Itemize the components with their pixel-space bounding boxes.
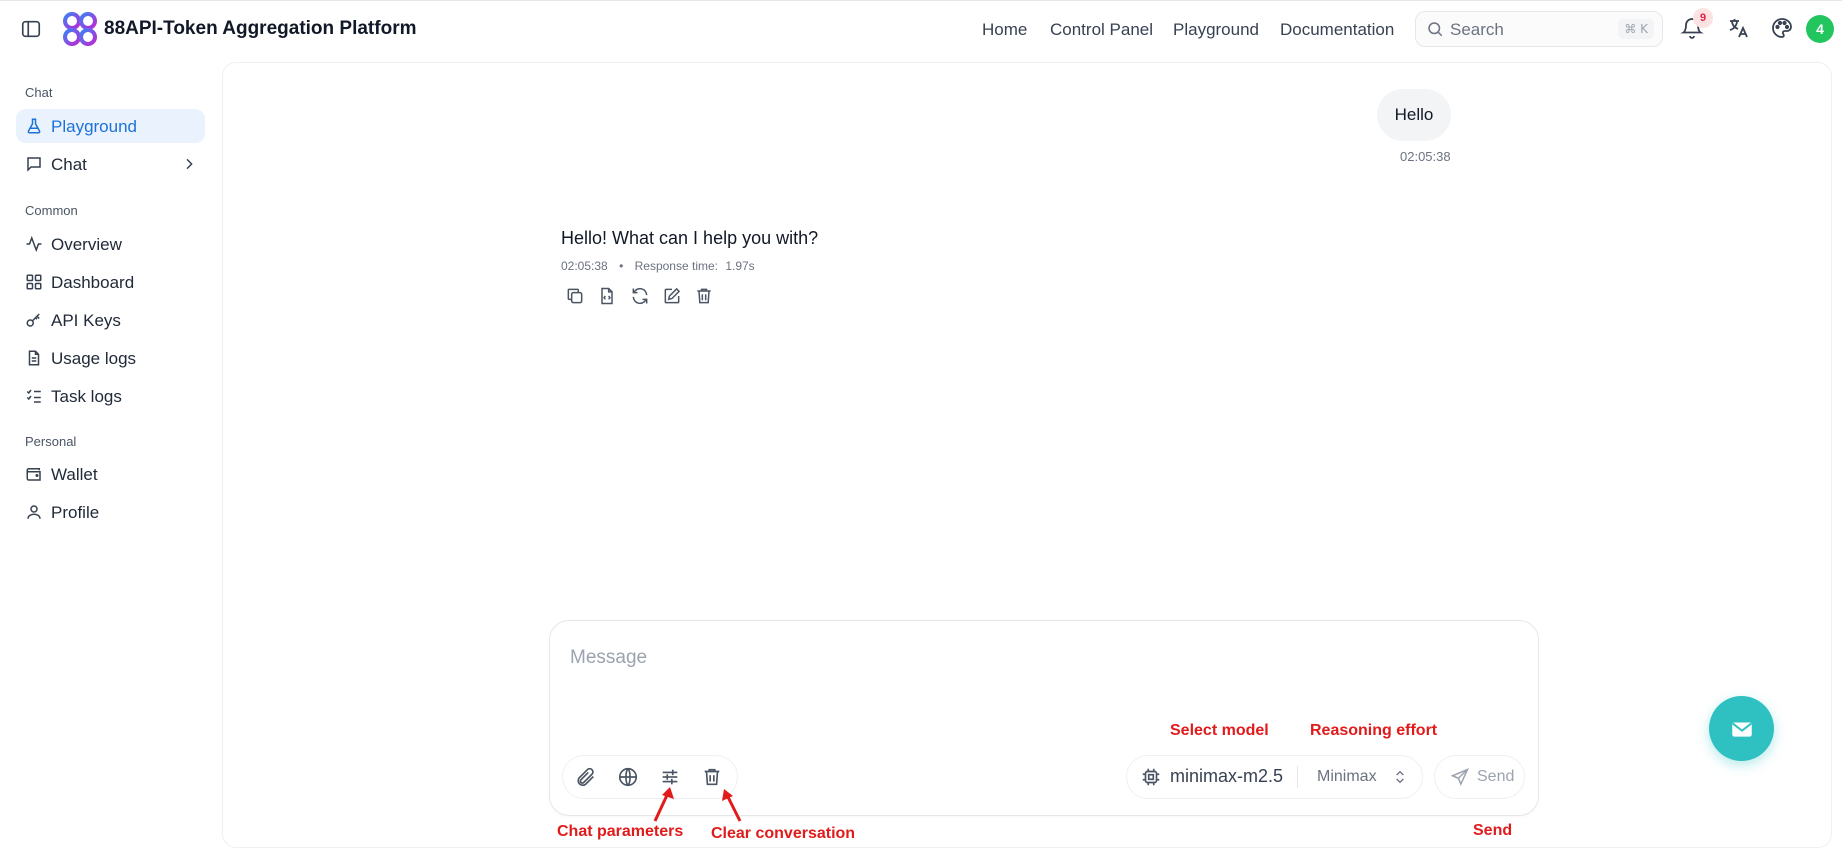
sidebar-item-playground[interactable]: Playground (16, 109, 205, 143)
nav-playground[interactable]: Playground (1173, 20, 1259, 40)
assistant-message-text: Hello! What can I help you with? (561, 228, 819, 248)
response-time-label: Response time: (634, 259, 718, 273)
sidebar: Chat Playground Chat Common Overview Das… (0, 56, 220, 854)
file-text-icon (25, 349, 43, 367)
translate-icon[interactable] (1726, 16, 1750, 40)
assistant-message-meta: 02:05:38 • Response time: 1.97s (561, 259, 755, 273)
sidebar-item-label: Chat (51, 155, 87, 174)
trash-icon[interactable] (701, 766, 723, 788)
cpu-chip-icon (1140, 766, 1162, 788)
chevrons-up-down-icon[interactable] (1392, 768, 1408, 786)
list-checks-icon (25, 387, 43, 405)
palette-icon[interactable] (1770, 16, 1794, 40)
sidebar-item-label: Dashboard (51, 273, 135, 292)
assistant-message-time: 02:05:38 (561, 259, 608, 273)
user-message-bubble: Hello (1377, 89, 1451, 141)
sidebar-item-profile[interactable]: Profile (16, 495, 205, 529)
notification-count-badge: 9 (1693, 8, 1713, 28)
key-icon (25, 311, 43, 329)
annotation-reasoning-effort: Reasoning effort (1310, 722, 1438, 739)
wallet-icon (25, 465, 43, 483)
annotation-chat-parameters: Chat parameters (557, 823, 684, 840)
send-icon (1450, 767, 1470, 787)
activity-icon (25, 235, 43, 253)
edit-icon[interactable] (662, 286, 682, 306)
send-label: Send (1477, 768, 1515, 785)
message-square-icon (25, 155, 43, 173)
sidebar-item-label: Usage logs (51, 349, 137, 368)
response-time-value: 1.97s (725, 259, 755, 273)
app-title[interactable]: 88API-Token Aggregation Platform (104, 18, 416, 40)
sidebar-item-label: API Keys (51, 311, 121, 330)
user-icon (25, 503, 43, 521)
search-shortcut-badge: ⌘ K (1618, 19, 1654, 39)
copy-icon[interactable] (565, 286, 585, 306)
sidebar-item-label: Wallet (51, 465, 98, 484)
search-icon (1426, 20, 1444, 38)
sidebar-item-wallet[interactable]: Wallet (16, 457, 205, 491)
paperclip-icon[interactable] (575, 766, 597, 788)
sidebar-toggle-icon[interactable] (20, 18, 42, 40)
sidebar-section-chat: Chat (25, 85, 53, 100)
grid-icon (25, 273, 43, 291)
sidebar-section-personal: Personal (25, 434, 77, 449)
user-message-time: 02:05:38 (1400, 149, 1451, 164)
sidebar-item-label: Overview (51, 235, 122, 254)
arrow-to-clear-conversation (722, 789, 742, 822)
send-button[interactable]: Send (1434, 755, 1525, 799)
search-input[interactable] (1450, 18, 1600, 42)
user-avatar[interactable]: 4 (1806, 15, 1834, 43)
sidebar-item-task-logs[interactable]: Task logs (16, 379, 205, 413)
globe-icon[interactable] (617, 766, 639, 788)
model-divider (1297, 766, 1298, 788)
annotation-clear-conversation: Clear conversation (711, 825, 856, 842)
sidebar-section-common: Common (25, 203, 78, 218)
sidebar-item-api-keys[interactable]: API Keys (16, 303, 205, 337)
nav-control-panel[interactable]: Control Panel (1050, 20, 1153, 40)
arrow-to-chat-parameters (653, 787, 674, 822)
sidebar-item-label: Task logs (51, 387, 122, 406)
regenerate-icon[interactable] (630, 286, 650, 306)
chevron-right-icon[interactable] (181, 156, 197, 172)
sidebar-item-dashboard[interactable]: Dashboard (16, 265, 205, 299)
code-file-icon[interactable] (597, 286, 617, 306)
sidebar-item-usage-logs[interactable]: Usage logs (16, 341, 205, 375)
sidebar-item-label: Playground (51, 117, 138, 136)
annotation-select-model: Select model (1170, 722, 1269, 739)
reasoning-effort-select[interactable]: Minimax (1317, 768, 1377, 786)
sidebar-item-chat[interactable]: Chat (16, 147, 205, 181)
mail-icon (1729, 716, 1755, 742)
nav-home[interactable]: Home (982, 20, 1027, 40)
meta-separator: • (619, 259, 624, 273)
sidebar-item-label: Profile (51, 503, 100, 522)
sidebar-item-overview[interactable]: Overview (16, 227, 205, 261)
app-logo-icon[interactable] (62, 11, 98, 47)
search-box[interactable]: ⌘ K (1415, 11, 1663, 47)
support-mail-button[interactable] (1709, 696, 1774, 761)
delete-message-icon[interactable] (694, 286, 714, 306)
top-header: 88API-Token Aggregation Platform Home Co… (0, 0, 1842, 56)
flask-icon (25, 117, 43, 135)
selected-model[interactable]: minimax-m2.5 (1170, 766, 1283, 787)
nav-documentation[interactable]: Documentation (1280, 20, 1394, 40)
annotation-send: Send (1473, 822, 1513, 839)
message-input[interactable] (570, 644, 1470, 672)
